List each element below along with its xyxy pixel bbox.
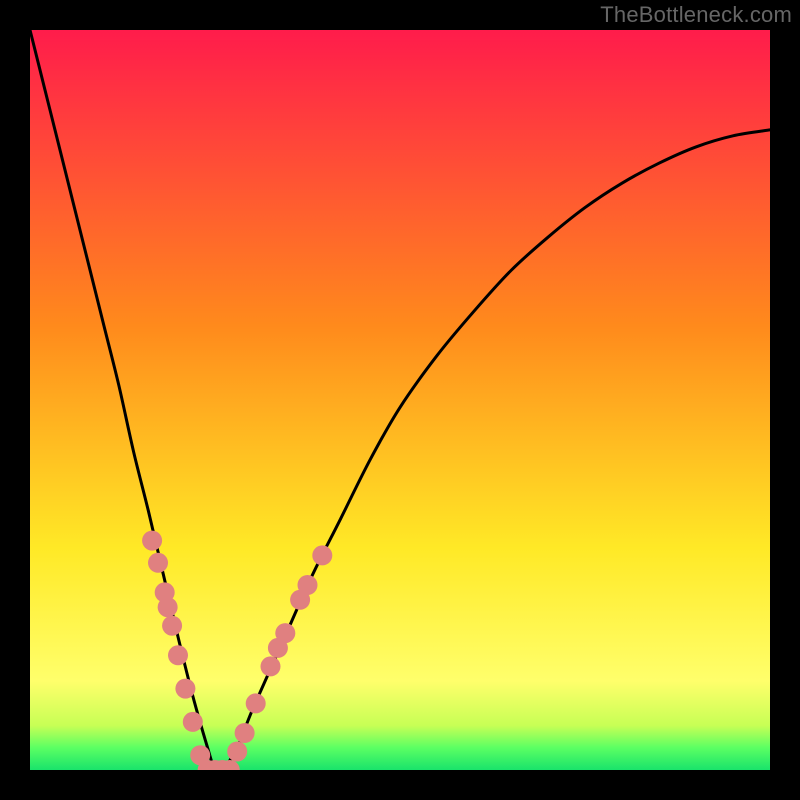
bottleneck-curve-chart	[30, 30, 770, 770]
plot-area	[30, 30, 770, 770]
chart-frame: TheBottleneck.com	[0, 0, 800, 800]
watermark-text: TheBottleneck.com	[600, 2, 792, 28]
